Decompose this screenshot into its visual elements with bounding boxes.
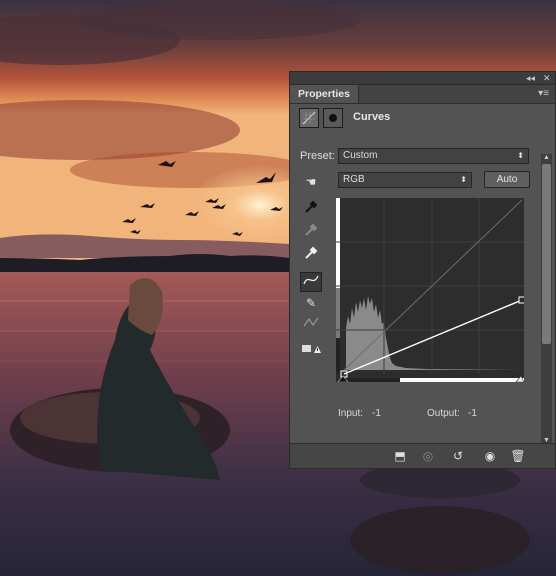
output-value: -1 — [468, 408, 477, 419]
output-label: Output: — [427, 408, 460, 419]
updown-arrow-icon: ⬍ — [517, 151, 524, 160]
clip-to-layer-icon[interactable]: ⬒ — [390, 447, 410, 465]
auto-label: Auto — [496, 174, 518, 185]
tab-label: Properties — [298, 88, 350, 100]
visibility-eye-icon[interactable]: ◉ — [480, 447, 500, 465]
tab-row: Properties ▾≡ — [290, 85, 555, 104]
delete-trash-icon[interactable]: 🗑 — [508, 447, 528, 465]
scroll-thumb[interactable] — [542, 164, 551, 344]
gray-point-eyedropper-icon[interactable] — [300, 223, 322, 243]
close-icon[interactable]: ✕ — [543, 72, 551, 84]
scroll-up-icon[interactable]: ▲ — [543, 154, 550, 161]
curves-adjustment-icon[interactable] — [299, 108, 319, 128]
input-label: Input: — [338, 408, 364, 419]
adjustment-header: Curves — [299, 108, 529, 130]
view-previous-state-icon[interactable]: ◎ — [418, 447, 438, 465]
targeted-adjustment-hand-icon[interactable]: ☚ — [300, 172, 322, 192]
panel-scrollbar[interactable]: ▲ ▼ — [541, 154, 552, 444]
pencil-icon[interactable]: ✎ — [300, 293, 322, 313]
input-value: -1 — [372, 408, 381, 419]
panel-menu-icon[interactable]: ▾≡ — [538, 88, 549, 99]
preset-label: Preset: — [300, 150, 335, 162]
edit-points-curve-icon[interactable] — [300, 272, 322, 292]
preset-value: Custom — [343, 150, 378, 161]
updown-arrow-icon: ⬍ — [460, 175, 467, 184]
black-point-eyedropper-icon[interactable] — [300, 200, 322, 220]
preset-select[interactable]: Custom ⬍ — [338, 148, 529, 164]
curves-graph[interactable] — [336, 198, 524, 382]
adjustment-title: Curves — [353, 111, 391, 123]
channel-select[interactable]: RGB ⬍ — [338, 172, 472, 188]
auto-button[interactable]: Auto — [484, 171, 530, 188]
clipping-warning-icon[interactable] — [300, 340, 322, 360]
properties-panel: ◂◂ ✕ Properties ▾≡ Curves Preset: Custom… — [289, 71, 556, 469]
panel-bottom-bar: ⬒ ◎ ↺ ◉ 🗑 — [290, 443, 555, 468]
collapse-icon[interactable]: ◂◂ — [526, 72, 535, 84]
white-point-eyedropper-icon[interactable] — [300, 246, 322, 266]
panel-titlebar: ◂◂ ✕ — [290, 72, 555, 85]
layer-mask-icon[interactable] — [323, 108, 343, 128]
tab-properties[interactable]: Properties — [290, 85, 359, 103]
channel-value: RGB — [343, 174, 365, 185]
reset-icon[interactable]: ↺ — [448, 447, 468, 465]
curve-point-white[interactable] — [518, 296, 524, 304]
smooth-curve-icon[interactable] — [300, 315, 322, 335]
